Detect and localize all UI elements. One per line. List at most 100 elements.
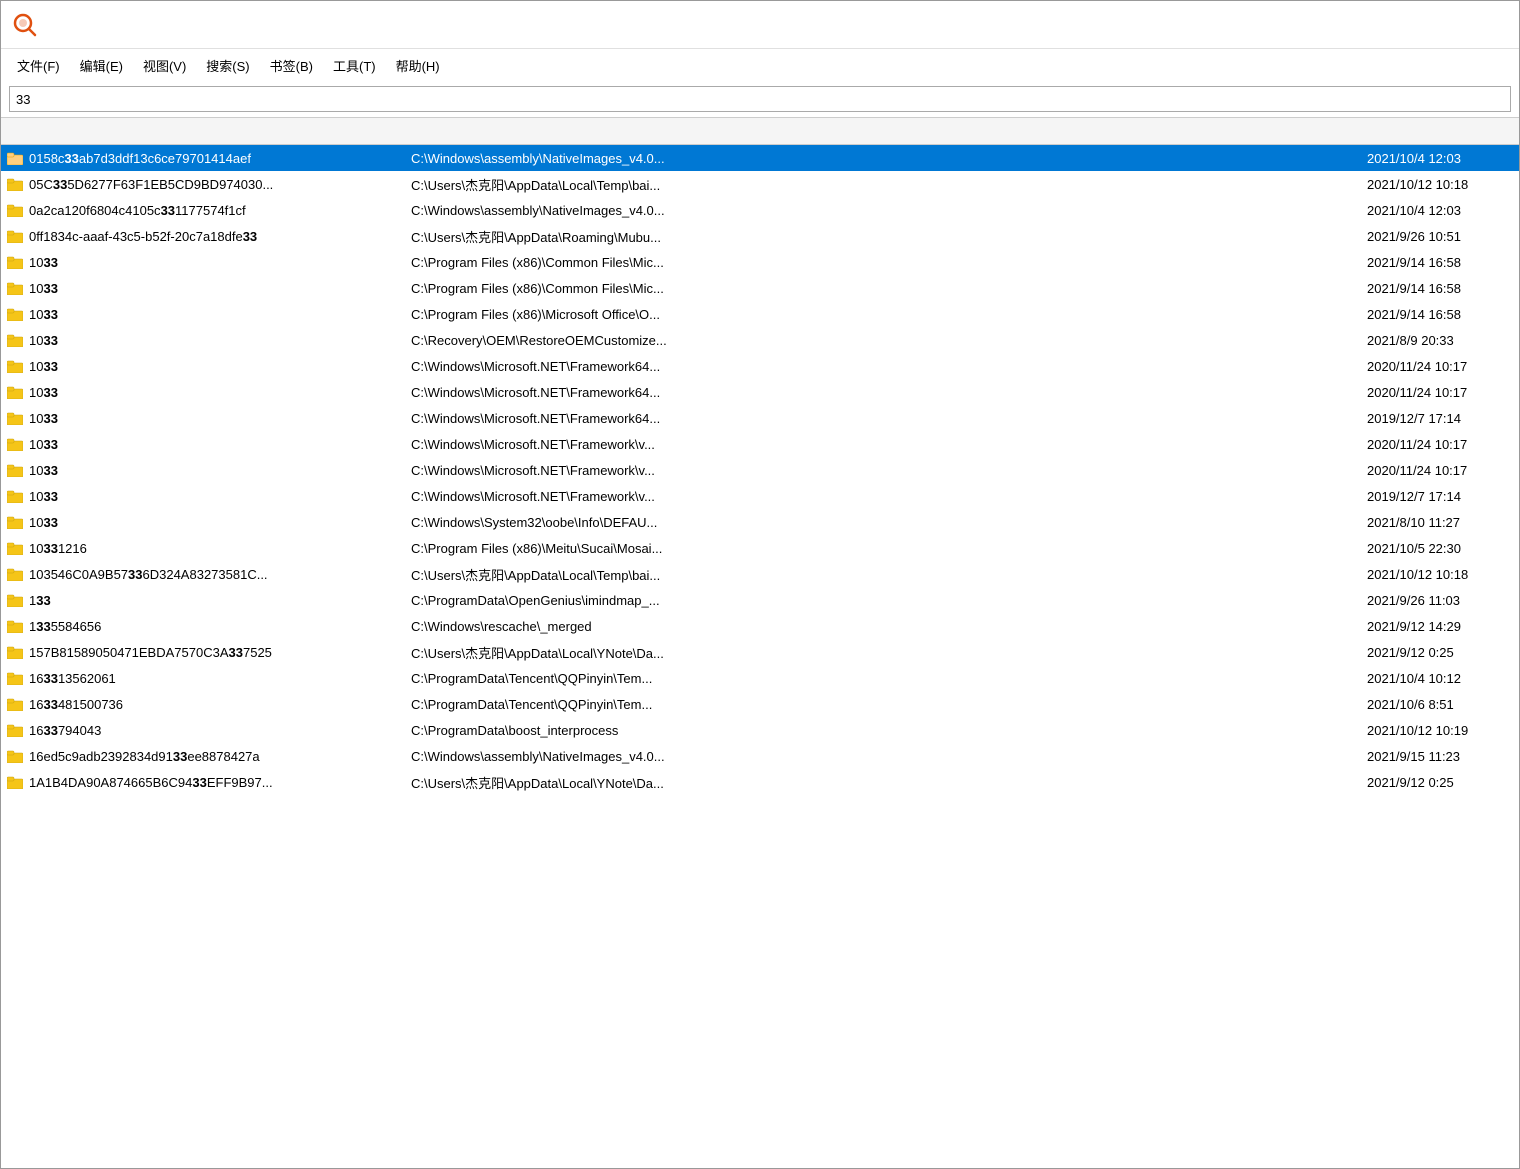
file-path: C:\ProgramData\boost_interprocess	[411, 723, 1279, 738]
list-item[interactable]: 05C335D6277F63F1EB5CD9BD974030...C:\User…	[1, 171, 1519, 197]
file-modified: 2021/9/15 11:23	[1359, 749, 1519, 764]
list-item[interactable]: 103546C0A9B57336D324A83273581C...C:\User…	[1, 561, 1519, 587]
list-item[interactable]: 1033C:\Program Files (x86)\Microsoft Off…	[1, 301, 1519, 327]
folder-icon	[1, 567, 29, 581]
file-name: 1033	[29, 385, 411, 400]
maximize-button[interactable]	[1415, 9, 1461, 41]
file-modified: 2021/9/12 0:25	[1359, 775, 1519, 790]
file-path: C:\Program Files (x86)\Meitu\Sucai\Mosai…	[411, 541, 1279, 556]
file-name: 10331216	[29, 541, 411, 556]
menu-bar: 文件(F) 编辑(E) 视图(V) 搜索(S) 书签(B) 工具(T) 帮助(H…	[1, 49, 1519, 81]
file-name: 157B81589050471EBDA7570C3A337525	[29, 645, 411, 660]
list-item[interactable]: 0a2ca120f6804c4105c331177574f1cfC:\Windo…	[1, 197, 1519, 223]
file-name: 1033	[29, 463, 411, 478]
file-modified: 2021/10/4 12:03	[1359, 203, 1519, 218]
file-path: C:\Windows\assembly\NativeImages_v4.0...	[411, 203, 1279, 218]
folder-icon	[1, 723, 29, 737]
list-item[interactable]: 1033C:\Windows\Microsoft.NET\Framework64…	[1, 379, 1519, 405]
list-item[interactable]: 1033C:\Windows\Microsoft.NET\Framework64…	[1, 405, 1519, 431]
file-path: C:\Program Files (x86)\Microsoft Office\…	[411, 307, 1279, 322]
file-modified: 2020/11/24 10:17	[1359, 437, 1519, 452]
menu-edit[interactable]: 编辑(E)	[72, 52, 131, 79]
list-item[interactable]: 1033C:\Windows\Microsoft.NET\Framework\v…	[1, 457, 1519, 483]
file-name: 1033	[29, 411, 411, 426]
folder-icon	[1, 775, 29, 789]
list-item[interactable]: 0ff1834c-aaaf-43c5-b52f-20c7a18dfe33C:\U…	[1, 223, 1519, 249]
file-path: C:\Windows\Microsoft.NET\Framework64...	[411, 385, 1279, 400]
file-path: C:\Users\杰克阳\AppData\Local\YNote\Da...	[411, 773, 1279, 792]
file-name: 0158c33ab7d3ddf13c6ce79701414aef	[29, 151, 411, 166]
file-name: 1033	[29, 281, 411, 296]
minimize-button[interactable]	[1369, 9, 1415, 41]
file-path: C:\Users\杰克阳\AppData\Local\Temp\bai...	[411, 175, 1279, 194]
list-item[interactable]: 16ed5c9adb2392834d9133ee8878427aC:\Windo…	[1, 743, 1519, 769]
file-name: 1633481500736	[29, 697, 411, 712]
list-item[interactable]: 1335584656C:\Windows\rescache\_merged202…	[1, 613, 1519, 639]
file-modified: 2021/10/5 22:30	[1359, 541, 1519, 556]
list-item[interactable]: 133C:\ProgramData\OpenGenius\imindmap_..…	[1, 587, 1519, 613]
file-modified: 2021/9/12 0:25	[1359, 645, 1519, 660]
app-icon	[13, 13, 37, 37]
folder-icon	[1, 385, 29, 399]
folder-icon	[1, 437, 29, 451]
file-name: 1A1B4DA90A874665B6C9433EFF9B97...	[29, 775, 411, 790]
list-item[interactable]: 1633481500736C:\ProgramData\Tencent\QQPi…	[1, 691, 1519, 717]
folder-icon	[1, 359, 29, 373]
list-item[interactable]: 163313562061C:\ProgramData\Tencent\QQPin…	[1, 665, 1519, 691]
list-item[interactable]: 1033C:\Program Files (x86)\Common Files\…	[1, 275, 1519, 301]
list-item[interactable]: 1033C:\Windows\Microsoft.NET\Framework64…	[1, 353, 1519, 379]
file-modified: 2019/12/7 17:14	[1359, 489, 1519, 504]
file-list[interactable]: 0158c33ab7d3ddf13c6ce79701414aef C:\Windo…	[1, 145, 1519, 1168]
list-item[interactable]: 1A1B4DA90A874665B6C9433EFF9B97...C:\User…	[1, 769, 1519, 795]
file-path: C:\Windows\Microsoft.NET\Framework\v...	[411, 437, 1279, 452]
folder-icon	[1, 463, 29, 477]
file-modified: 2021/8/9 20:33	[1359, 333, 1519, 348]
file-name: 1033	[29, 515, 411, 530]
file-modified: 2021/8/10 11:27	[1359, 515, 1519, 530]
file-modified: 2021/9/26 11:03	[1359, 593, 1519, 608]
list-item[interactable]: 1033C:\Windows\Microsoft.NET\Framework\v…	[1, 483, 1519, 509]
menu-tools[interactable]: 工具(T)	[325, 52, 384, 79]
file-path: C:\Users\杰克阳\AppData\Local\Temp\bai...	[411, 565, 1279, 584]
folder-icon	[1, 489, 29, 503]
folder-icon	[1, 749, 29, 763]
file-path: C:\Windows\Microsoft.NET\Framework64...	[411, 411, 1279, 426]
file-path: C:\Windows\System32\oobe\Info\DEFAU...	[411, 515, 1279, 530]
file-path: C:\Program Files (x86)\Common Files\Mic.…	[411, 255, 1279, 270]
file-path: C:\Windows\Microsoft.NET\Framework\v...	[411, 463, 1279, 478]
folder-icon	[1, 307, 29, 321]
list-item[interactable]: 1033C:\Windows\System32\oobe\Info\DEFAU.…	[1, 509, 1519, 535]
menu-file[interactable]: 文件(F)	[9, 52, 68, 79]
search-input[interactable]	[9, 86, 1511, 112]
column-headers	[1, 117, 1519, 145]
main-window: 文件(F) 编辑(E) 视图(V) 搜索(S) 书签(B) 工具(T) 帮助(H…	[0, 0, 1520, 1169]
folder-icon	[1, 333, 29, 347]
file-modified: 2021/9/12 14:29	[1359, 619, 1519, 634]
file-name: 1633794043	[29, 723, 411, 738]
menu-search[interactable]: 搜索(S)	[198, 52, 257, 79]
file-name: 1033	[29, 307, 411, 322]
folder-icon	[1, 203, 29, 217]
file-name: 1033	[29, 489, 411, 504]
file-modified: 2021/10/12 10:19	[1359, 723, 1519, 738]
list-item[interactable]: 1033C:\Windows\Microsoft.NET\Framework\v…	[1, 431, 1519, 457]
folder-icon	[1, 151, 29, 165]
file-name: 0a2ca120f6804c4105c331177574f1cf	[29, 203, 411, 218]
list-item[interactable]: 0158c33ab7d3ddf13c6ce79701414aefC:\Windo…	[1, 145, 1519, 171]
list-item[interactable]: 157B81589050471EBDA7570C3A337525C:\Users…	[1, 639, 1519, 665]
list-item[interactable]: 1033C:\Recovery\OEM\RestoreOEMCustomize.…	[1, 327, 1519, 353]
folder-icon	[1, 697, 29, 711]
menu-view[interactable]: 视图(V)	[135, 52, 194, 79]
list-item[interactable]: 1633794043C:\ProgramData\boost_interproc…	[1, 717, 1519, 743]
list-item[interactable]: 10331216C:\Program Files (x86)\Meitu\Suc…	[1, 535, 1519, 561]
file-path: C:\ProgramData\Tencent\QQPinyin\Tem...	[411, 671, 1279, 686]
menu-help[interactable]: 帮助(H)	[388, 52, 448, 79]
file-name: 1033	[29, 437, 411, 452]
file-name: 103546C0A9B57336D324A83273581C...	[29, 567, 411, 582]
list-item[interactable]: 1033C:\Program Files (x86)\Common Files\…	[1, 249, 1519, 275]
folder-icon	[1, 177, 29, 191]
close-button[interactable]	[1461, 9, 1507, 41]
file-name: 133	[29, 593, 411, 608]
window-controls	[1369, 9, 1507, 41]
menu-bookmark[interactable]: 书签(B)	[262, 52, 321, 79]
